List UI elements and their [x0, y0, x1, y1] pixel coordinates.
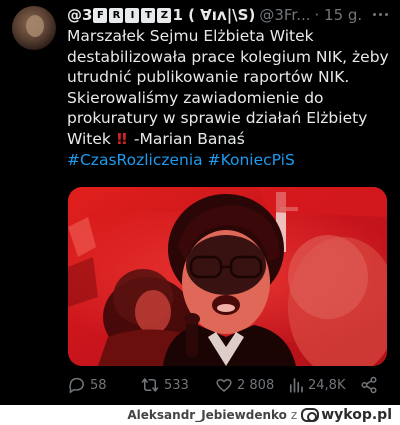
tweet-timestamp[interactable]: · 15 g.: [315, 6, 363, 24]
footer-connector: z: [290, 408, 298, 422]
name-box-letter: R: [109, 7, 124, 23]
wykop-brand[interactable]: wykop.pl: [301, 407, 392, 423]
tweet-media-image[interactable]: [68, 187, 387, 366]
views-button[interactable]: 24,8K: [288, 374, 345, 396]
name-box-letter: T: [141, 7, 156, 23]
wykop-footer: Aleksandr_Jebiewdenko z wykop.pl: [0, 405, 400, 425]
tweet-text-line: destabilizowała prace kolegium NIK, żeby: [67, 47, 389, 66]
tweet-text-fragment: -Marian Banaś: [128, 129, 245, 148]
retweet-button[interactable]: 533: [140, 374, 189, 396]
author-name-prefix: @3: [67, 6, 93, 24]
share-button[interactable]: [360, 374, 378, 396]
retweet-count: 533: [164, 377, 189, 393]
tweet-text-line: prokuratury w sprawie działań Elżbiety: [67, 109, 368, 128]
wykop-logo-icon: [301, 408, 320, 422]
author-name[interactable]: @3 F R I T Z 1 ( ∀ıʌ|\S): [67, 6, 255, 24]
reply-button[interactable]: 58: [67, 374, 107, 396]
hashtag-link[interactable]: #CzasRozliczenia: [67, 151, 203, 169]
tweet-card[interactable]: @3 F R I T Z 1 ( ∀ıʌ|\S) @3Fr... · 15 g.…: [0, 0, 400, 405]
share-icon: [360, 376, 378, 394]
views-count: 24,8K: [308, 377, 346, 393]
name-box-letter: F: [93, 7, 108, 23]
retweet-icon: [140, 376, 160, 394]
double-exclamation-emoji: !!: [115, 129, 128, 148]
avatar[interactable]: [12, 6, 56, 50]
like-button[interactable]: 2 808: [215, 374, 274, 396]
wykop-site-name: wykop.pl: [321, 407, 392, 423]
more-options-icon[interactable]: [370, 6, 390, 22]
reply-count: 58: [90, 377, 107, 393]
hashtag-link[interactable]: #KoniecPiS: [208, 151, 295, 169]
uploader-username[interactable]: Aleksandr_Jebiewdenko: [127, 408, 287, 422]
author-handle[interactable]: @3Fr...: [259, 6, 310, 24]
tweet-actions: 58 533 2 808 24,8K: [67, 374, 387, 396]
tweet-hashtags: #CzasRozliczenia #KoniecPiS: [67, 150, 392, 171]
heart-icon: [215, 376, 233, 394]
tweet-text-line: utrudnić publikowanie raportów NIK.: [67, 68, 350, 87]
views-chart-icon: [288, 376, 304, 394]
like-count: 2 808: [237, 377, 275, 393]
tweet-text-line: Marszałek Sejmu Elżbieta Witek: [67, 27, 314, 45]
tweet-text: Marszałek Sejmu Elżbieta Witek destabili…: [67, 26, 392, 170]
tweet-text-line: Skierowaliśmy zawiadomienie do: [67, 88, 324, 107]
reply-icon: [67, 376, 86, 394]
author-name-suffix: 1 ( ∀ıʌ|\S): [172, 6, 256, 24]
tweet-text-line: Witek !! -Marian Banaś: [67, 129, 392, 150]
tweet-text-fragment: Witek: [67, 129, 111, 148]
name-box-letter: Z: [157, 7, 172, 23]
name-box-letter: I: [125, 7, 140, 23]
tweet-header: @3 F R I T Z 1 ( ∀ıʌ|\S) @3Fr... · 15 g.: [67, 4, 367, 26]
